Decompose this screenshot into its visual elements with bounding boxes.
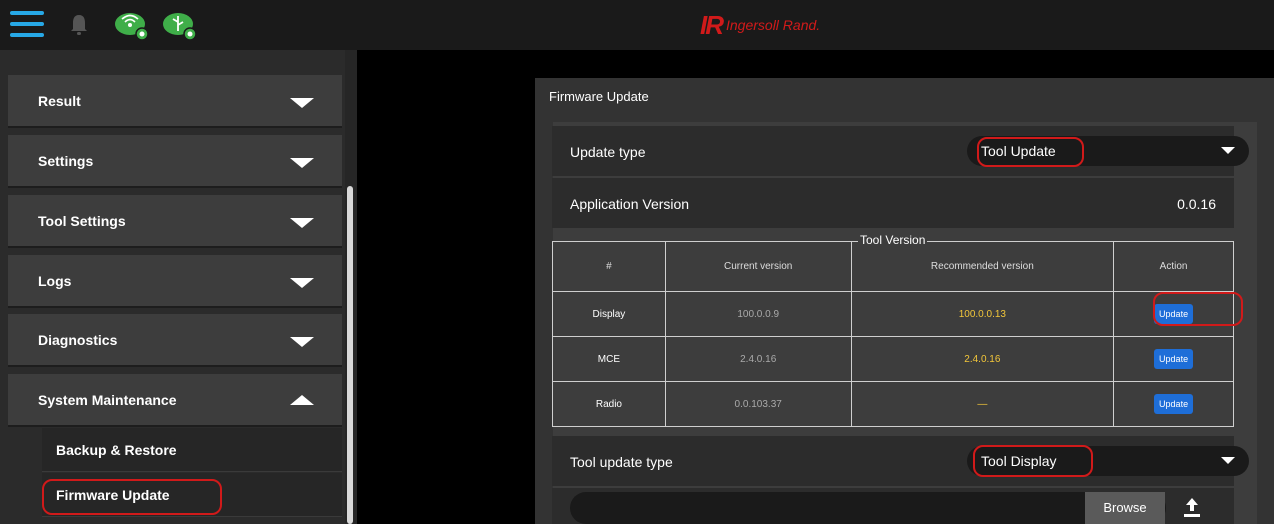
panel-title: Firmware Update xyxy=(549,89,649,104)
table-row: Display 100.0.0.9 100.0.0.13 Update xyxy=(552,291,1234,337)
application-version-label: Application Version xyxy=(570,196,690,212)
upload-icon[interactable] xyxy=(1182,496,1202,518)
caret-down-icon xyxy=(1221,457,1235,464)
component-name: MCE xyxy=(552,336,666,382)
sidebar-subitem-backup-restore[interactable]: Backup & Restore xyxy=(42,428,342,472)
update-button[interactable]: Update xyxy=(1154,349,1194,369)
sidebar-item-system-maintenance[interactable]: System Maintenance xyxy=(8,374,342,427)
sidebar-item-settings[interactable]: Settings xyxy=(8,135,342,188)
tool-version-table: # Current version Recommended version Ac… xyxy=(552,241,1234,427)
component-name: Display xyxy=(552,291,666,337)
action-cell: Update xyxy=(1113,381,1234,427)
tool-update-type-row: Tool update type Tool Display xyxy=(552,436,1249,486)
sidebar-item-tool-settings[interactable]: Tool Settings xyxy=(8,195,342,248)
hamburger-menu-icon[interactable] xyxy=(10,11,44,37)
highlight-display-update xyxy=(1153,292,1243,326)
chevron-down-icon xyxy=(290,278,314,288)
tool-update-type-label: Tool update type xyxy=(570,454,673,470)
highlight-firmware-update xyxy=(42,479,222,515)
caret-down-icon xyxy=(1221,147,1235,154)
recommended-version: 100.0.0.13 xyxy=(850,291,1115,337)
update-button[interactable]: Update xyxy=(1154,394,1194,414)
chevron-down-icon xyxy=(290,337,314,347)
current-version: 100.0.0.9 xyxy=(664,291,852,337)
highlight-tool-display xyxy=(973,445,1093,477)
sidebar-item-label: Diagnostics xyxy=(38,332,118,348)
tool-version-legend: Tool Version xyxy=(858,233,928,247)
usb-connected-icon[interactable] xyxy=(160,10,198,42)
recommended-version: 2.4.0.16 xyxy=(850,336,1115,382)
top-bar: IR Ingersoll Rand. xyxy=(0,0,1274,50)
firmware-update-panel: Firmware Update Update type Tool Update … xyxy=(535,78,1274,524)
action-cell: Update xyxy=(1113,336,1234,382)
chevron-down-icon xyxy=(290,158,314,168)
file-path-input[interactable] xyxy=(570,492,1166,524)
table-row: Radio 0.0.103.37 — Update xyxy=(552,381,1234,427)
sidebar-subitem-label: Backup & Restore xyxy=(56,442,177,458)
brand-logo: IR Ingersoll Rand. xyxy=(700,10,820,40)
table-row: MCE 2.4.0.16 2.4.0.16 Update xyxy=(552,336,1234,382)
sidebar-item-label: Tool Settings xyxy=(38,213,126,229)
wifi-connected-icon[interactable] xyxy=(112,10,150,42)
column-header: Recommended version xyxy=(850,241,1115,292)
component-name: Radio xyxy=(552,381,666,427)
sidebar-scrollbar-thumb[interactable] xyxy=(347,186,353,524)
table-header-row: # Current version Recommended version Ac… xyxy=(552,241,1234,292)
sidebar-item-label: Result xyxy=(38,93,81,109)
bell-icon[interactable] xyxy=(68,13,90,37)
highlight-tool-update xyxy=(977,137,1084,167)
sidebar-item-logs[interactable]: Logs xyxy=(8,255,342,308)
application-version-value: 0.0.16 xyxy=(1177,196,1216,212)
column-header: # xyxy=(552,241,666,292)
logo-mark: IR xyxy=(700,9,724,40)
chevron-down-icon xyxy=(290,218,314,228)
sidebar-item-diagnostics[interactable]: Diagnostics xyxy=(8,314,342,367)
sidebar-item-label: Logs xyxy=(38,273,72,289)
chevron-down-icon xyxy=(290,98,314,108)
column-header: Current version xyxy=(664,241,852,292)
update-type-label: Update type xyxy=(570,144,646,160)
application-version-row: Application Version 0.0.16 xyxy=(552,178,1234,228)
current-version: 2.4.0.16 xyxy=(664,336,852,382)
chevron-up-icon xyxy=(290,395,314,405)
file-select-row: Browse xyxy=(552,488,1234,524)
recommended-version: — xyxy=(850,381,1115,427)
update-type-row: Update type Tool Update xyxy=(552,126,1249,176)
sidebar-item-label: System Maintenance xyxy=(38,392,177,408)
sidebar-item-label: Settings xyxy=(38,153,94,169)
current-version: 0.0.103.37 xyxy=(664,381,852,427)
sidebar: Result Settings Tool Settings Logs Diagn… xyxy=(0,50,345,524)
column-header: Action xyxy=(1113,241,1234,292)
browse-button[interactable]: Browse xyxy=(1085,492,1165,524)
logo-name: Ingersoll Rand. xyxy=(726,17,821,33)
tool-version-group: Tool Version # Current version Recommend… xyxy=(552,233,1234,427)
sidebar-item-result[interactable]: Result xyxy=(8,75,342,128)
